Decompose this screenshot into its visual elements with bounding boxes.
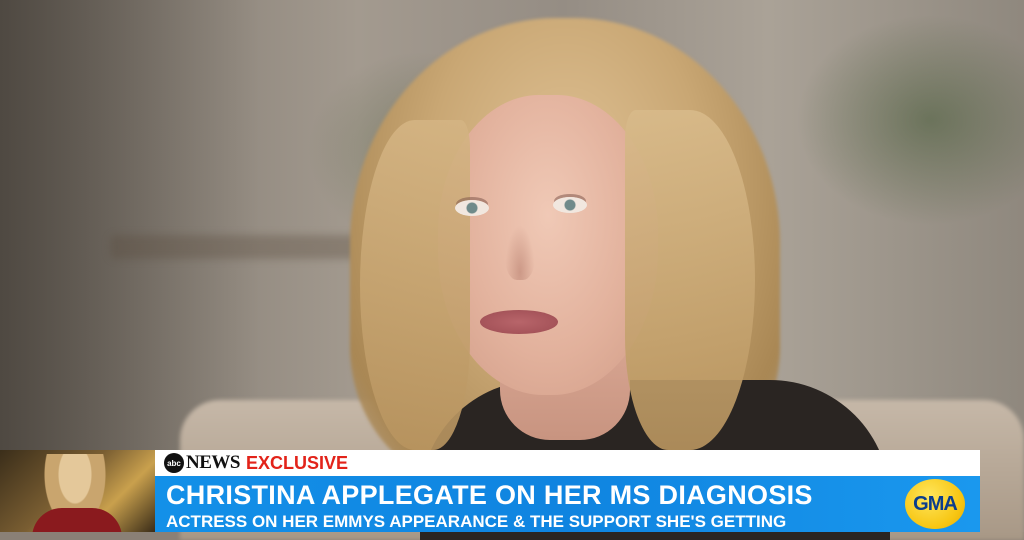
subline-text: ACTRESS ON HER EMMYS APPEARANCE & THE SU… <box>166 512 787 531</box>
mouth <box>480 310 558 334</box>
hair-left <box>360 120 470 450</box>
gma-logo: GMA <box>905 479 965 529</box>
abc-logo-icon: abc <box>164 453 184 473</box>
nose <box>505 225 535 280</box>
right-eye <box>553 197 587 213</box>
left-eye <box>455 200 489 216</box>
emmys-inset-image <box>0 450 155 532</box>
news-label: NEWS <box>186 452 240 473</box>
lower-third-headline-band: CHRISTINA APPLEGATE ON HER MS DIAGNOSIS … <box>155 476 980 532</box>
lower-third-strap: abc NEWS EXCLUSIVE <box>155 450 980 476</box>
hair-right <box>625 110 755 450</box>
exclusive-label: EXCLUSIVE <box>245 452 348 473</box>
headline-text: CHRISTINA APPLEGATE ON HER MS DIAGNOSIS <box>166 480 813 510</box>
